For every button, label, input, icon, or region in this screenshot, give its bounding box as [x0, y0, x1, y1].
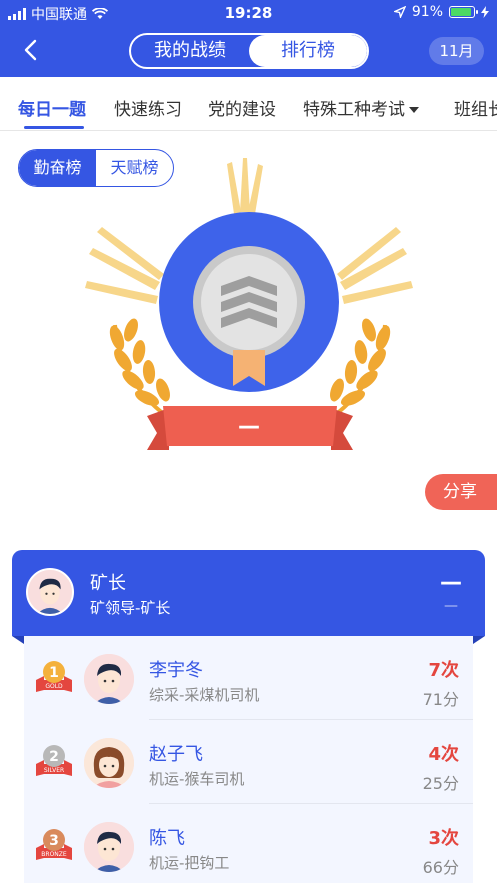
laurel-right: [330, 318, 391, 417]
user-score: 71分: [422, 690, 459, 709]
tab-team-leader[interactable]: 班组长: [454, 95, 497, 120]
page: { "status_bar": { "carrier": "中国联通", "ti…: [0, 0, 497, 883]
tab-daily-question[interactable]: 每日一题: [18, 95, 86, 120]
user-name: 李宇冬: [149, 660, 203, 681]
tab-special-exam[interactable]: 特殊工种考试: [303, 95, 419, 120]
battery-percent: 91%: [411, 4, 443, 20]
attempt-count: 4次: [428, 744, 459, 765]
male-avatar-icon: [84, 654, 134, 704]
medal-label: SILVER: [44, 767, 64, 774]
dropdown-caret-icon: [409, 107, 419, 113]
group-header: [12, 550, 485, 636]
medal-label: BRONZE: [41, 851, 67, 858]
medal-label: GOLD: [45, 683, 63, 690]
user-name: 陈飞: [149, 828, 185, 849]
tab-my-record[interactable]: 我的战绩: [131, 35, 249, 67]
tab-party-building[interactable]: 党的建设: [208, 95, 276, 120]
active-tab-indicator: [24, 126, 84, 129]
male-avatar-icon: [28, 570, 72, 614]
table-row[interactable]: 2 SILVER 赵子飞 机运-猴车司机 4次 25分: [24, 720, 473, 804]
tab-special-exam-label: 特殊工种考试: [303, 100, 405, 120]
user-department: 综采-采煤机司机: [149, 686, 260, 704]
male-avatar-icon: [84, 822, 134, 872]
user-score: 25分: [422, 774, 459, 793]
avatar: [26, 568, 74, 616]
month-selector[interactable]: 11月: [429, 37, 484, 65]
charging-icon: [481, 6, 489, 18]
user-department: 机运-把钩工: [149, 854, 230, 872]
location-icon: [393, 6, 406, 18]
table-row[interactable]: 3 BRONZE 陈飞 机运-把钩工 3次 66分: [24, 804, 473, 883]
medal-rank-number: 3: [49, 833, 59, 849]
avatar: [84, 822, 134, 872]
battery-icon: [449, 6, 478, 18]
badge-rank-text: —: [238, 414, 260, 439]
user-name: 赵子飞: [149, 744, 203, 765]
silver-medal-icon: 2 SILVER: [36, 745, 72, 776]
category-tabs: 每日一题 快速练习 党的建设 特殊工种考试 班组长: [0, 77, 497, 131]
avatar: [84, 738, 134, 788]
female-avatar-icon: [84, 738, 134, 788]
user-department: 机运-猴车司机: [149, 770, 245, 788]
tab-quick-practice[interactable]: 快速练习: [114, 95, 182, 120]
group-rank: —: [440, 570, 462, 595]
group-subtitle: 矿领导-矿长: [90, 599, 171, 617]
medal-rank-number: 1: [49, 665, 59, 681]
tab-leaderboard[interactable]: 排行榜: [249, 35, 367, 67]
rank-badge-illustration: —: [85, 158, 413, 450]
laurel-left: [109, 318, 170, 417]
group-title: 矿长: [90, 573, 126, 594]
ranking-list: 1 GOLD 李宇冬 综采-采煤机司机 7次 71分 2 SILVER 赵子飞 机运…: [24, 636, 473, 883]
back-arrow-icon[interactable]: [20, 38, 44, 62]
attempt-count: 7次: [428, 660, 459, 681]
avatar: [84, 654, 134, 704]
user-score: 66分: [422, 858, 459, 877]
share-button[interactable]: 分享: [425, 474, 497, 510]
group-fold-left: [12, 636, 24, 644]
gold-medal-icon: 1 GOLD: [36, 661, 72, 692]
status-bar: 中国联通 19:28 91%: [0, 0, 497, 26]
table-row[interactable]: 1 GOLD 李宇冬 综采-采煤机司机 7次 71分: [24, 636, 473, 720]
medal-rank-number: 2: [49, 749, 59, 765]
group-fold-right: [473, 636, 485, 644]
bronze-medal-icon: 3 BRONZE: [36, 829, 72, 860]
view-switch: 我的战绩 排行榜: [129, 33, 369, 69]
group-score: —: [444, 598, 458, 614]
attempt-count: 3次: [428, 828, 459, 849]
